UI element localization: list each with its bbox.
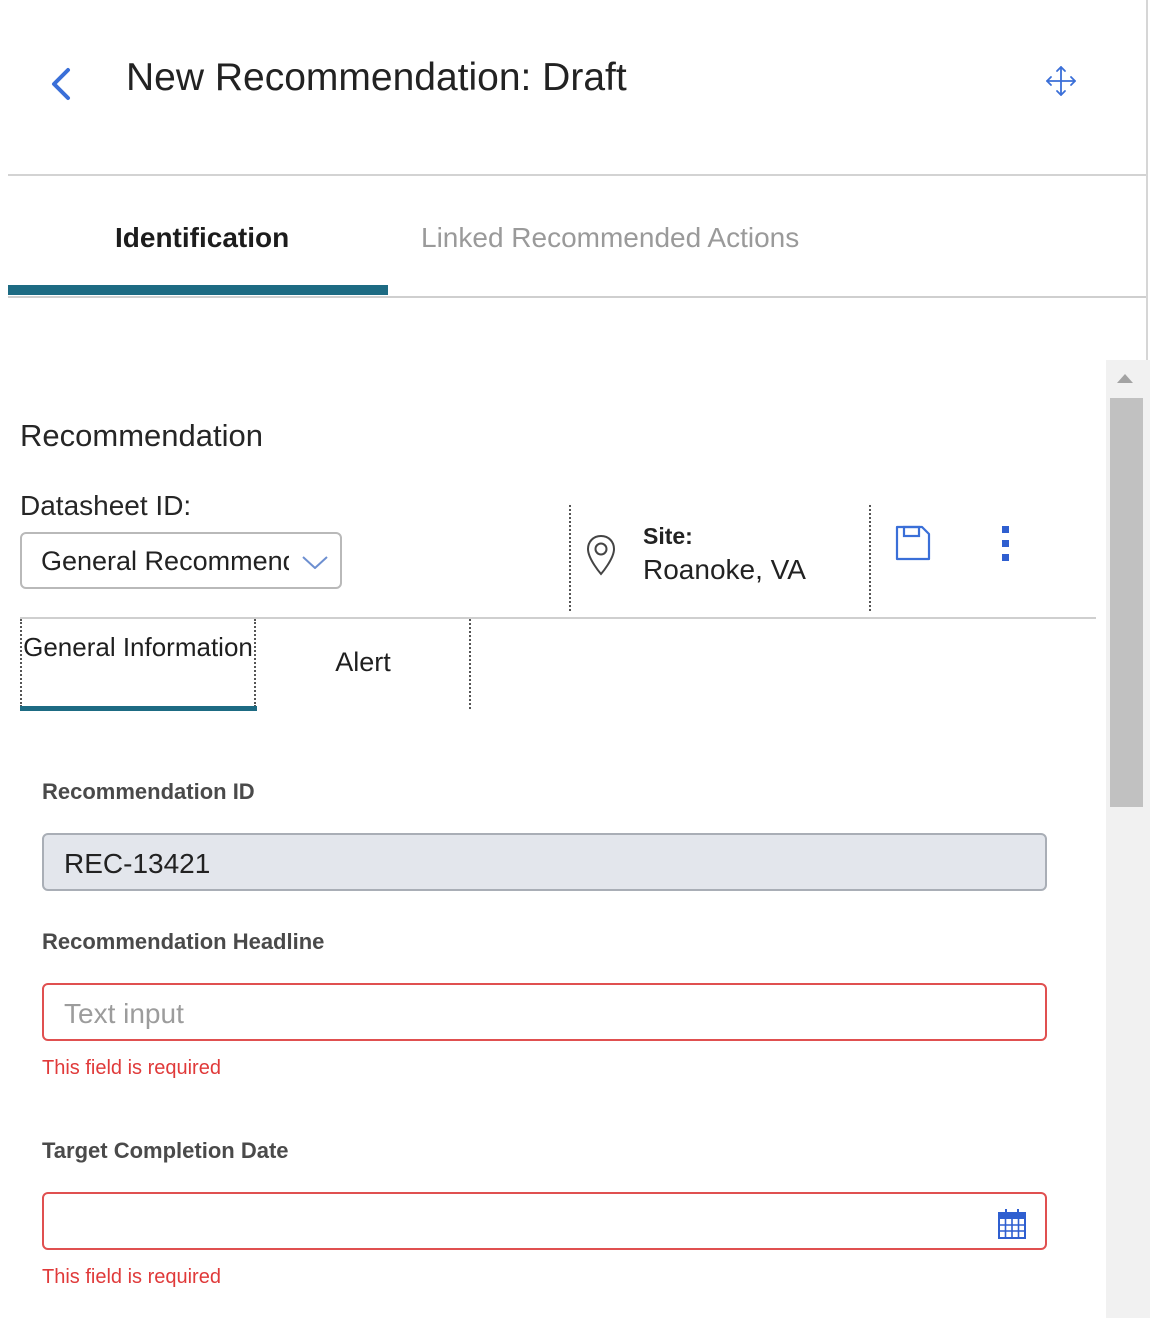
- panel-edge: [1146, 0, 1148, 360]
- recommendation-panel: New Recommendation: Draft Identification…: [0, 0, 1150, 1318]
- more-vertical-icon: [1002, 526, 1009, 561]
- subtab-label: General Information: [23, 632, 253, 662]
- chevron-down-icon: [302, 556, 328, 569]
- recommendation-headline-label: Recommendation Headline: [42, 929, 325, 954]
- save-button[interactable]: [894, 524, 932, 562]
- datasheet-id-value: General Recommendation: [41, 546, 289, 576]
- active-tab-indicator: [8, 285, 388, 295]
- calendar-icon[interactable]: [997, 1208, 1027, 1240]
- target-date-error-message: This field is required: [42, 1266, 221, 1288]
- recommendation-headline-input[interactable]: Text input: [42, 983, 1047, 1041]
- tab-linked-recommended-actions[interactable]: Linked Recommended Actions: [421, 222, 799, 254]
- move-icon: [1046, 66, 1076, 96]
- tabs-divider: [8, 296, 1146, 298]
- subtab-general-information[interactable]: General Information: [20, 619, 256, 707]
- subtab-separator: [469, 619, 471, 709]
- save-icon: [895, 525, 931, 561]
- headline-placeholder: Text input: [64, 998, 184, 1029]
- target-completion-date-label: Target Completion Date: [42, 1138, 289, 1163]
- subtab-label: Alert: [335, 647, 391, 677]
- back-button[interactable]: [44, 60, 78, 108]
- page-title: New Recommendation: Draft: [126, 56, 627, 99]
- recommendation-id-label: Recommendation ID: [42, 779, 255, 804]
- tab-identification[interactable]: Identification: [115, 222, 289, 254]
- recommendation-id-field: REC-13421: [42, 833, 1047, 891]
- recommendation-id-value: REC-13421: [64, 848, 211, 879]
- subtab-alert[interactable]: Alert: [258, 619, 470, 707]
- scrollbar-thumb[interactable]: [1110, 398, 1143, 807]
- location-pin-icon: [586, 534, 616, 576]
- site-value: Roanoke, VA: [643, 554, 806, 585]
- target-completion-date-input[interactable]: [42, 1192, 1047, 1250]
- site-label: Site:: [643, 523, 693, 549]
- datasheet-id-select[interactable]: General Recommendation: [20, 532, 342, 589]
- back-chevron-icon: [52, 68, 70, 100]
- more-options-button[interactable]: [993, 524, 1017, 564]
- active-subtab-indicator: [20, 706, 257, 711]
- header-divider: [8, 174, 1146, 176]
- datasheet-id-label: Datasheet ID:: [20, 490, 192, 521]
- info-separator: [869, 505, 871, 611]
- scroll-up-arrow-icon[interactable]: [1117, 374, 1133, 383]
- info-separator: [569, 505, 571, 611]
- headline-error-message: This field is required: [42, 1057, 221, 1079]
- section-title: Recommendation: [20, 418, 263, 453]
- move-button[interactable]: [1042, 62, 1080, 100]
